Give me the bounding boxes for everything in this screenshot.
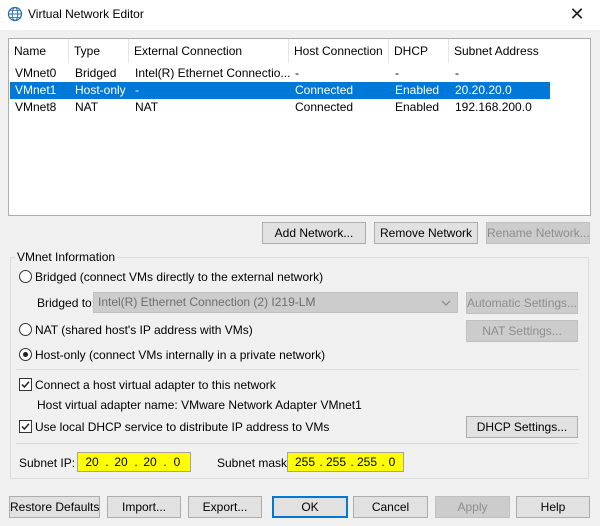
cell-dhcp: - <box>395 66 399 80</box>
cell-type: Bridged <box>75 66 117 80</box>
cell-dhcp: Enabled <box>395 83 440 97</box>
connect-adapter-label: Connect a host virtual adapter to this n… <box>35 378 276 392</box>
rename-network-button[interactable]: Rename Network... <box>486 222 590 244</box>
add-network-button[interactable]: Add Network... <box>262 222 366 244</box>
bridged-to-select[interactable]: Intel(R) Ethernet Connection (2) I219-LM <box>93 292 458 313</box>
subnet-mask-octet-2: 255 <box>325 455 347 469</box>
list-row-vmnet1[interactable]: VMnet1 Host-only - Connected Enabled 20.… <box>10 82 550 99</box>
help-button[interactable]: Help <box>516 496 590 518</box>
cell-host-connection: - <box>295 66 299 80</box>
column-header-name[interactable]: Name <box>9 39 69 63</box>
cell-external-connection: - <box>135 83 139 97</box>
host-only-radio[interactable] <box>19 348 32 361</box>
cell-subnet-address: 192.168.200.0 <box>455 100 532 114</box>
nat-radio[interactable] <box>19 323 32 336</box>
column-header-type[interactable]: Type <box>69 39 129 63</box>
subnet-mask-octet-1: 255 <box>294 455 316 469</box>
automatic-settings-button[interactable]: Automatic Settings... <box>466 292 578 314</box>
cell-subnet-address: 20.20.20.0 <box>455 83 512 97</box>
checkmark-icon <box>21 423 30 431</box>
subnet-ip-label: Subnet IP: <box>19 456 76 470</box>
subnet-ip-octet-3: 20 <box>143 455 157 469</box>
separator <box>16 369 578 370</box>
title-bar: Virtual Network Editor ✕ <box>0 0 600 30</box>
bridged-radio[interactable] <box>19 270 32 283</box>
cell-name: VMnet1 <box>15 83 57 97</box>
cell-name: VMnet8 <box>15 100 57 114</box>
checkmark-icon <box>21 381 30 389</box>
subnet-ip-input[interactable]: 20 . 20 . 20 . 0 <box>77 452 191 472</box>
cell-external-connection: Intel(R) Ethernet Connectio... <box>135 66 290 80</box>
column-header-dhcp[interactable]: DHCP <box>389 39 449 63</box>
export-button[interactable]: Export... <box>188 496 262 518</box>
separator <box>16 443 578 444</box>
cancel-button[interactable]: Cancel <box>353 496 428 518</box>
dhcp-checkbox[interactable] <box>19 420 32 433</box>
apply-button[interactable]: Apply <box>435 496 510 518</box>
subnet-mask-label: Subnet mask: <box>217 456 291 470</box>
adapter-name-text: Host virtual adapter name: VMware Networ… <box>37 398 362 412</box>
cell-subnet-address: - <box>455 66 459 80</box>
cell-dhcp: Enabled <box>395 100 440 114</box>
subnet-mask-octet-4: 0 <box>388 455 396 469</box>
subnet-ip-octet-2: 20 <box>114 455 128 469</box>
remove-network-button[interactable]: Remove Network <box>374 222 478 244</box>
window-title: Virtual Network Editor <box>28 7 144 21</box>
cell-host-connection: Connected <box>295 83 354 97</box>
bridged-to-value: Intel(R) Ethernet Connection (2) I219-LM <box>98 295 316 309</box>
subnet-ip-octet-4: 0 <box>173 455 181 469</box>
restore-defaults-button[interactable]: Restore Defaults <box>9 496 100 518</box>
list-row-vmnet0[interactable]: VMnet0 Bridged Intel(R) Ethernet Connect… <box>10 65 550 82</box>
bridged-to-label: Bridged to: <box>37 296 96 310</box>
subnet-mask-input[interactable]: 255 . 255 . 255 . 0 <box>287 452 404 472</box>
column-header-subnet-address[interactable]: Subnet Address <box>449 39 590 63</box>
ok-button[interactable]: OK <box>272 496 348 518</box>
vmnet-information-legend: VMnet Information <box>15 250 118 264</box>
subnet-ip-octet-1: 20 <box>85 455 99 469</box>
vmnet-information-group <box>10 257 589 479</box>
bridged-label: Bridged (connect VMs directly to the ext… <box>35 270 324 284</box>
cell-type: Host-only <box>75 83 126 97</box>
connect-adapter-checkbox[interactable] <box>19 378 32 391</box>
globe-icon <box>7 6 23 22</box>
column-header-host-connection[interactable]: Host Connection <box>289 39 389 63</box>
cell-name: VMnet0 <box>15 66 57 80</box>
cell-external-connection: NAT <box>135 100 159 114</box>
list-row-vmnet8[interactable]: VMnet8 NAT NAT Connected Enabled 192.168… <box>10 99 550 116</box>
subnet-mask-octet-3: 255 <box>356 455 378 469</box>
radio-selected-dot <box>23 352 28 357</box>
close-icon[interactable]: ✕ <box>554 0 600 30</box>
network-list[interactable]: Name Type External Connection Host Conne… <box>8 38 591 216</box>
column-header-external-connection[interactable]: External Connection <box>129 39 289 63</box>
nat-settings-button[interactable]: NAT Settings... <box>466 320 578 342</box>
dhcp-label: Use local DHCP service to distribute IP … <box>35 420 330 434</box>
import-button[interactable]: Import... <box>107 496 181 518</box>
cell-host-connection: Connected <box>295 100 354 114</box>
chevron-down-icon <box>438 294 454 311</box>
nat-label: NAT (shared host's IP address with VMs) <box>35 323 253 337</box>
host-only-label: Host-only (connect VMs internally in a p… <box>35 348 326 362</box>
dhcp-settings-button[interactable]: DHCP Settings... <box>466 416 578 438</box>
cell-type: NAT <box>75 100 99 114</box>
